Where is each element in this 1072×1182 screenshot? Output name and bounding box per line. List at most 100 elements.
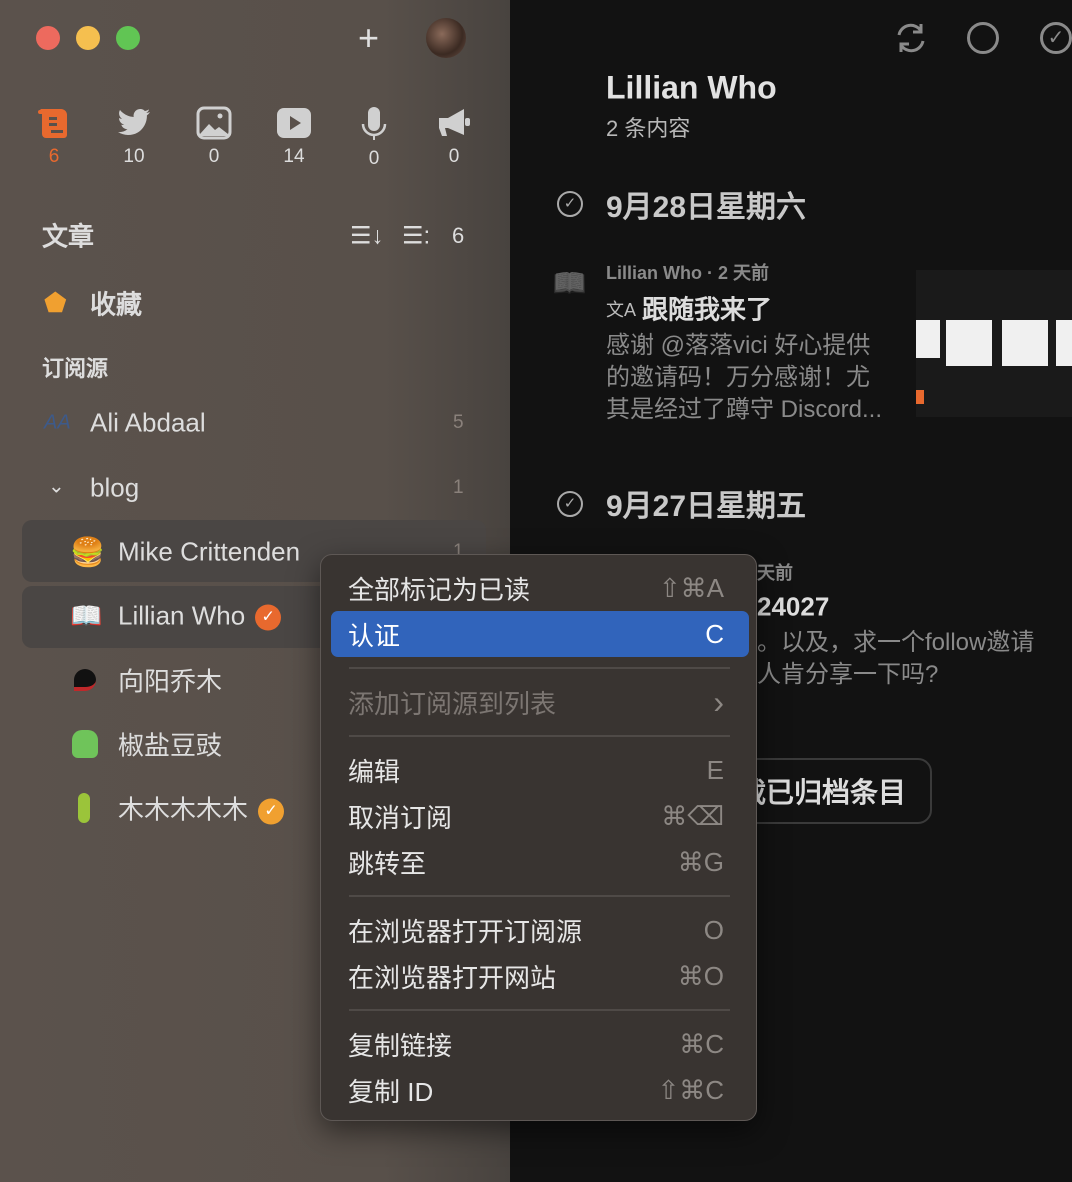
menu-divider xyxy=(349,667,730,669)
entry-summary-line: 的邀请码！万分感谢！尤 xyxy=(606,364,870,391)
entry-summary-line: 人肯分享一下吗? xyxy=(757,661,939,688)
menu-label: 全部标记为已读 xyxy=(348,574,531,605)
menu-label: 在浏览器打开网站 xyxy=(348,962,557,993)
category-count: 0 xyxy=(208,146,220,167)
feed-count: 1 xyxy=(453,477,464,498)
add-feed-button[interactable]: + xyxy=(358,20,379,56)
star-icon: ⬟ xyxy=(44,287,67,318)
menu-shortcut: E xyxy=(706,754,724,785)
folder-blog[interactable]: blog xyxy=(90,473,139,504)
article-scroll-icon xyxy=(38,109,67,138)
menu-label: 认证 xyxy=(348,620,401,651)
minimize-window-button[interactable] xyxy=(76,26,100,50)
menu-shortcut: O xyxy=(703,914,724,945)
burger-icon: 🍔 xyxy=(70,536,105,568)
menu-item-open-site-in-browser[interactable]: 在浏览器打开网站 ⌘O xyxy=(348,956,724,996)
menu-label: 复制链接 xyxy=(348,1030,453,1061)
entry-summary-line: 。以及，求一个follow邀请 xyxy=(757,629,1035,656)
date-header: 9月27日星期五 xyxy=(606,490,807,523)
menu-label: 跳转至 xyxy=(348,848,427,879)
menu-item-copy-link[interactable]: 复制链接 ⌘C xyxy=(348,1024,724,1064)
feed-name: Lillian Who xyxy=(118,600,246,631)
menu-shortcut: ⌘⌫ xyxy=(661,800,724,831)
twitter-bird-icon xyxy=(118,108,150,135)
megaphone-icon xyxy=(439,109,470,136)
filter-unread-icon[interactable]: ☰: xyxy=(402,222,430,251)
menu-label: 复制 ID xyxy=(348,1076,434,1107)
zoom-window-button[interactable] xyxy=(116,26,140,50)
category-count: 6 xyxy=(48,146,60,167)
menu-item-copy-id[interactable]: 复制 ID ⇧⌘C xyxy=(348,1070,724,1110)
category-count: 14 xyxy=(283,146,305,167)
image-icon xyxy=(196,106,232,140)
feed-mike-crittenden[interactable]: Mike Crittenden xyxy=(118,537,300,568)
menu-label: 添加订阅源到列表 xyxy=(348,688,557,719)
microphone-icon xyxy=(361,107,387,140)
date-header: 9月28日星期六 xyxy=(606,191,807,224)
feed-name: 木木木木木 xyxy=(118,794,249,825)
menu-label: 编辑 xyxy=(348,756,401,787)
mark-all-read-icon[interactable]: ✓ xyxy=(1040,22,1072,54)
verified-badge-icon: ✓ xyxy=(255,604,282,631)
book-icon: 📖 xyxy=(70,600,103,631)
menu-item-edit[interactable]: 编辑 E xyxy=(348,750,724,790)
entry-count: 2 条内容 xyxy=(606,116,691,141)
info-figure-icon xyxy=(78,793,90,823)
menu-label: 在浏览器打开订阅源 xyxy=(348,916,583,947)
feed-jiaoyan-douchi[interactable]: 椒盐豆豉 xyxy=(118,726,222,763)
category-count: 0 xyxy=(448,146,460,167)
menu-item-verify[interactable]: 认证 C xyxy=(348,614,724,654)
menu-divider xyxy=(349,735,730,737)
category-articles[interactable]: 6 xyxy=(24,106,84,168)
avatar[interactable] xyxy=(426,18,466,58)
menu-divider xyxy=(349,1009,730,1011)
mark-unread-icon[interactable] xyxy=(967,22,999,54)
chevron-down-icon[interactable]: ⌄ xyxy=(48,474,65,499)
category-videos[interactable]: 14 xyxy=(264,106,324,168)
favorites-item[interactable]: 收藏 xyxy=(90,285,142,322)
category-notifications[interactable]: 0 xyxy=(424,106,484,168)
feed-xiangyang-qiaomu[interactable]: 向阳乔木 xyxy=(118,662,222,699)
close-window-button[interactable] xyxy=(36,26,60,50)
unread-count: 6 xyxy=(452,223,465,248)
category-pictures[interactable]: 0 xyxy=(184,106,244,168)
subscriptions-title: 订阅源 xyxy=(42,356,109,381)
menu-shortcut: ⌘G xyxy=(677,846,724,877)
context-menu: 全部标记为已读 ⇧⌘A 认证 C 添加订阅源到列表 › 编辑 E 取消订阅 ⌘⌫ 跳转至 ⌘… xyxy=(320,554,757,1121)
sort-icon[interactable]: ☰↓ xyxy=(350,222,384,251)
menu-item-unsubscribe[interactable]: 取消订阅 ⌘⌫ xyxy=(348,796,724,836)
feed-ali-abdaal[interactable]: Ali Abdaal xyxy=(90,408,206,439)
chevron-right-icon: › xyxy=(713,683,724,720)
entry-meta: Lillian Who · 2 天前 xyxy=(606,263,769,283)
video-play-icon xyxy=(277,108,311,138)
menu-divider xyxy=(349,895,730,897)
menu-item-add-to-list[interactable]: 添加订阅源到列表 › xyxy=(348,682,724,722)
entry-summary-line: 感谢 @落落vici 好心提供 xyxy=(606,332,871,359)
menu-shortcut: ⇧⌘A xyxy=(658,572,724,603)
menu-shortcut: ⌘O xyxy=(677,960,724,991)
menu-item-open-feed-in-browser[interactable]: 在浏览器打开订阅源 O xyxy=(348,910,724,950)
entry-title: 跟随我来了 xyxy=(642,294,773,325)
category-social[interactable]: 10 xyxy=(104,106,164,168)
verified-badge-icon: ✓ xyxy=(258,798,285,825)
feed-mumumumumu[interactable]: 木木木木木 ✓ xyxy=(118,790,285,827)
category-count: 10 xyxy=(123,146,145,167)
menu-item-mark-all-read[interactable]: 全部标记为已读 ⇧⌘A xyxy=(348,568,724,608)
feed-lillian-who[interactable]: Lillian Who ✓ xyxy=(118,600,282,632)
entry-thumbnail xyxy=(916,270,1072,417)
menu-shortcut: C xyxy=(705,618,724,649)
green-monster-icon xyxy=(72,730,98,758)
refresh-icon[interactable] xyxy=(893,20,929,56)
menu-label: 取消订阅 xyxy=(348,802,453,833)
menu-shortcut: ⌘C xyxy=(679,1028,724,1059)
entry-title: 24027 xyxy=(757,591,830,622)
check-circle-icon[interactable]: ✓ xyxy=(557,191,583,217)
entry-summary-line: 其是经过了蹲守 Discord... xyxy=(606,396,883,423)
menu-item-go-to[interactable]: 跳转至 ⌘G xyxy=(348,842,724,882)
feed-count: 5 xyxy=(453,412,464,433)
entry-meta: 天前 xyxy=(757,563,793,583)
category-audio[interactable]: 0 xyxy=(344,106,404,170)
menu-shortcut: ⇧⌘C xyxy=(657,1074,724,1105)
section-title: 文章 xyxy=(42,221,95,252)
check-circle-icon[interactable]: ✓ xyxy=(557,491,583,517)
